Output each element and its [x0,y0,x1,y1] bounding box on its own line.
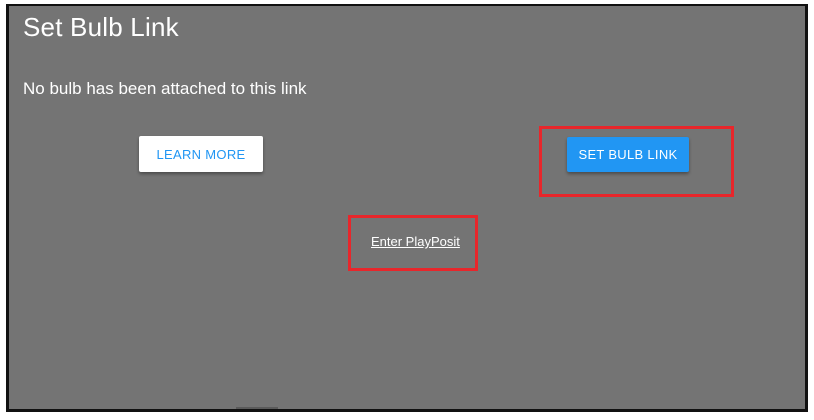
set-bulb-link-button[interactable]: SET BULB LINK [567,137,689,172]
no-bulb-message: No bulb has been attached to this link [23,79,307,98]
bottom-divider [236,407,278,409]
enter-playposit-link[interactable]: Enter PlayPosit [371,234,460,249]
dialog-title: Set Bulb Link [23,12,179,42]
dialog-panel: Set Bulb Link No bulb has been attached … [6,4,808,412]
learn-more-button[interactable]: LEARN MORE [139,136,263,172]
